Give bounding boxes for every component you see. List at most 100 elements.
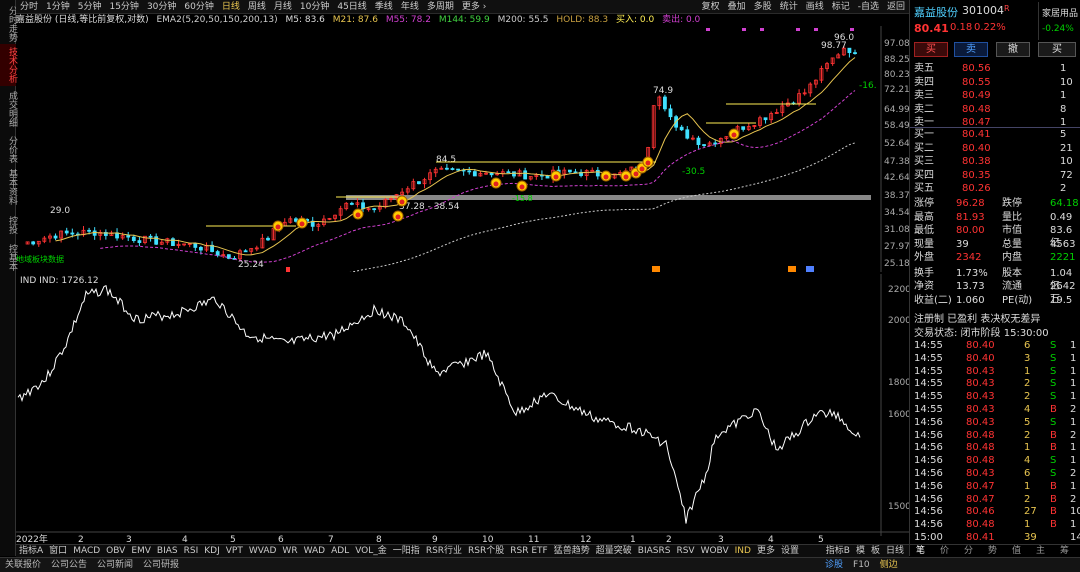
- status-right-link[interactable]: 侧边: [880, 558, 898, 572]
- annotation-290: 29.0: [50, 206, 70, 216]
- tick-row: 15:00 80.41 39 14: [910, 531, 1080, 544]
- status-link[interactable]: 公司新闻: [97, 558, 133, 572]
- status-link[interactable]: 关联报价: [5, 558, 41, 572]
- order-cell: 卖二: [914, 103, 934, 115]
- status-right-link[interactable]: 诊股: [825, 558, 843, 572]
- ind-chart[interactable]: 220020001800160015002022年 2 3 4 5 6 7 8 9 10 11 12 1…: [16, 274, 909, 544]
- ask-row[interactable]: 卖三 80.49 1: [910, 89, 1080, 102]
- period-10min[interactable]: 10分钟: [300, 0, 329, 14]
- watchlist-button[interactable]: -自选: [858, 0, 879, 14]
- indicator-tab[interactable]: 更多: [757, 545, 775, 557]
- mark-button[interactable]: 标记: [832, 0, 850, 14]
- period-yearly[interactable]: 年线: [401, 0, 419, 14]
- period-quarterly[interactable]: 季线: [375, 0, 393, 14]
- tab-technical-analysis[interactable]: 技术分析: [0, 44, 17, 86]
- panel-tab[interactable]: 笔: [916, 545, 925, 557]
- indicator-tab[interactable]: WVAD: [249, 545, 277, 557]
- indicator-tab[interactable]: BIAS: [157, 545, 178, 557]
- indicator-tab[interactable]: MACD: [73, 545, 100, 557]
- indicator-tab[interactable]: RSR行业: [426, 545, 462, 557]
- x-axis-month: 2: [78, 535, 84, 544]
- period-60min[interactable]: 60分钟: [184, 0, 213, 14]
- indicator-tab[interactable]: 超量突破: [596, 545, 632, 557]
- indicator-tab[interactable]: KDJ: [204, 545, 220, 557]
- indicator-tab[interactable]: 设置: [781, 545, 799, 557]
- indicator-tab[interactable]: BIASRS: [638, 545, 671, 557]
- m200-value: M200: 55.5: [497, 15, 549, 25]
- indicator-tab[interactable]: RSR ETF: [510, 545, 547, 557]
- back-button[interactable]: 返回: [887, 0, 905, 14]
- adjust-button[interactable]: 复权: [702, 0, 720, 14]
- period-15min[interactable]: 15分钟: [109, 0, 138, 14]
- price-chart[interactable]: 97.08 88.25 80.23 72.21 64.99 58.49 52.64 47.38…: [16, 26, 909, 272]
- period-multi[interactable]: 多周期: [427, 0, 454, 14]
- indicator-tab[interactable]: WAD: [304, 545, 326, 557]
- ask-row[interactable]: 卖五 80.56 1: [910, 62, 1080, 75]
- cancel-button[interactable]: 撤: [996, 42, 1030, 57]
- tick-cell: 80.43: [966, 365, 995, 377]
- indicator-tab[interactable]: 猛兽趋势: [554, 545, 590, 557]
- multi-stock-button[interactable]: 多股: [754, 0, 772, 14]
- buy-button[interactable]: 买: [914, 42, 948, 57]
- ask-row[interactable]: 卖二 80.48 8: [910, 103, 1080, 116]
- indicator-tab[interactable]: OBV: [106, 545, 125, 557]
- bid-row[interactable]: 买五 80.26 2: [910, 182, 1080, 195]
- period-45day[interactable]: 45日线: [337, 0, 366, 14]
- indicator-tab-right[interactable]: 指标B: [826, 545, 850, 557]
- indicator-tab-right[interactable]: 模: [856, 545, 865, 557]
- period-1min[interactable]: 1分钟: [46, 0, 70, 14]
- indicator-tab[interactable]: 窗口: [49, 545, 67, 557]
- period-daily[interactable]: 日线: [222, 0, 240, 14]
- indicator-tab[interactable]: WOBV: [701, 545, 729, 557]
- tab-control[interactable]: 控投: [0, 210, 17, 240]
- period-5min[interactable]: 5分钟: [78, 0, 102, 14]
- bid-row[interactable]: 买一 80.41 5: [910, 128, 1080, 141]
- tab-price-table[interactable]: 分价表: [0, 132, 17, 166]
- indicator-tab[interactable]: ADL: [331, 545, 349, 557]
- stats-button[interactable]: 统计: [780, 0, 798, 14]
- tab-intraday[interactable]: 分时走势: [0, 4, 17, 44]
- sell-button[interactable]: 卖: [954, 42, 988, 57]
- indicator-tab[interactable]: WR: [282, 545, 297, 557]
- period-more[interactable]: 更多 ›: [462, 0, 486, 14]
- overlay-button[interactable]: 叠加: [728, 0, 746, 14]
- period-fenshi[interactable]: 分时: [20, 0, 38, 14]
- indicator-tab[interactable]: EMV: [131, 545, 151, 557]
- buy-button-2[interactable]: 买: [1038, 42, 1076, 57]
- stat-cell: 最高: [914, 211, 934, 223]
- indicator-tab-right[interactable]: 板: [871, 545, 880, 557]
- indicator-tab[interactable]: 指标A: [19, 545, 43, 557]
- ema-label[interactable]: EMA2(5,20,50,150,200,13): [156, 15, 277, 25]
- indicator-tab[interactable]: RSR个股: [468, 545, 504, 557]
- tab-basic-info[interactable]: 基本资料: [0, 166, 17, 208]
- indicator-tab[interactable]: VPT: [226, 545, 243, 557]
- status-link[interactable]: 公司公告: [51, 558, 87, 572]
- tab-trade-detail[interactable]: 成交明细: [0, 88, 17, 130]
- panel-tab[interactable]: 主: [1036, 545, 1045, 557]
- candle-body: [148, 235, 153, 238]
- indicator-tab[interactable]: RSI: [184, 545, 199, 557]
- panel-tab[interactable]: 筹: [1060, 545, 1069, 557]
- panel-tab[interactable]: 价: [940, 545, 949, 557]
- bid-row[interactable]: 买四 80.35 72: [910, 169, 1080, 182]
- indicator-tab[interactable]: RSV: [676, 545, 694, 557]
- status-link[interactable]: 公司研报: [143, 558, 179, 572]
- panel-tab[interactable]: 势: [988, 545, 997, 557]
- ask-row[interactable]: 卖四 80.55 10: [910, 76, 1080, 89]
- status-right-link[interactable]: F10: [853, 558, 870, 572]
- period-30min[interactable]: 30分钟: [147, 0, 176, 14]
- period-weekly[interactable]: 周线: [248, 0, 266, 14]
- tab-control-basic[interactable]: 控基本: [0, 242, 17, 272]
- panel-tab[interactable]: 值: [1012, 545, 1021, 557]
- indicator-tab[interactable]: IND: [735, 545, 751, 557]
- draw-button[interactable]: 画线: [806, 0, 824, 14]
- period-monthly[interactable]: 月线: [274, 0, 292, 14]
- indicator-tab[interactable]: 一阳指: [393, 545, 420, 557]
- tick-cell: S: [1050, 468, 1057, 479]
- indicator-tab[interactable]: VOL_金: [355, 545, 387, 557]
- bid-row[interactable]: 买二 80.40 21: [910, 142, 1080, 155]
- sector-box[interactable]: 家居用品 -0.24%: [1038, 2, 1080, 40]
- indicator-tab-right[interactable]: 日线: [886, 545, 904, 557]
- bid-row[interactable]: 买三 80.38 10: [910, 155, 1080, 168]
- panel-tab[interactable]: 分: [964, 545, 973, 557]
